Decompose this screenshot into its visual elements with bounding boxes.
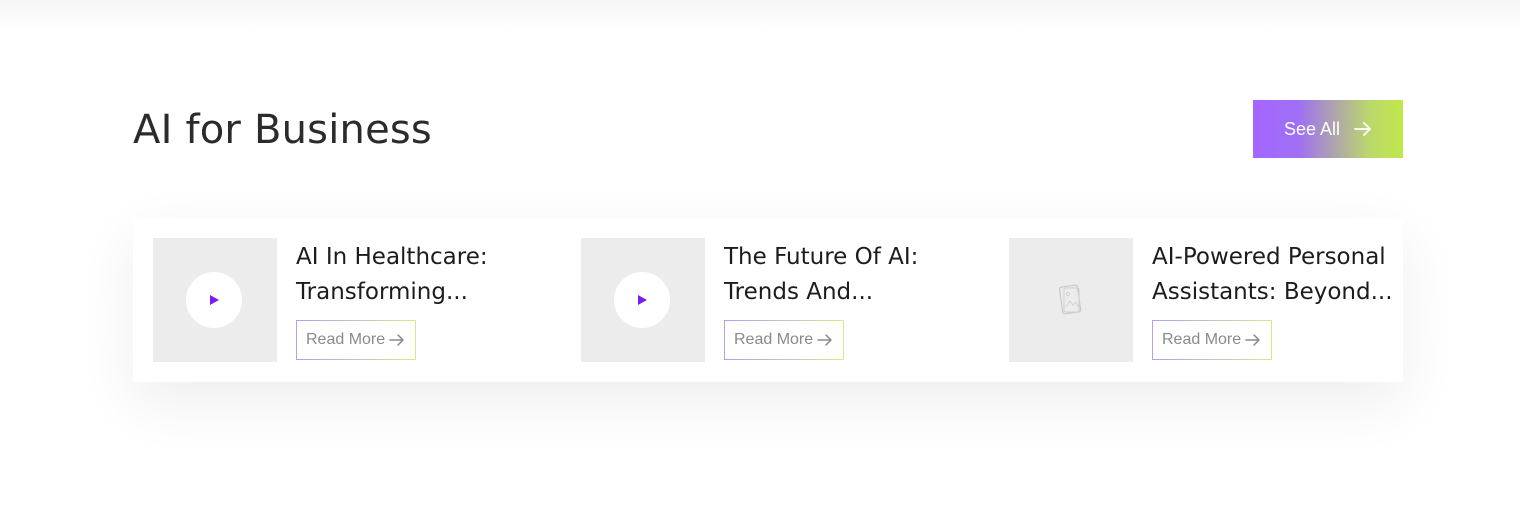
see-all-label: See All <box>1284 118 1341 139</box>
read-more-button[interactable]: Read More <box>296 320 416 360</box>
post-title[interactable]: The Future Of AI: Trends And... <box>724 240 960 310</box>
image-placeholder-icon <box>1058 283 1083 321</box>
post-title[interactable]: AI In Healthcare: Transforming... <box>296 240 532 310</box>
play-button[interactable] <box>614 272 670 328</box>
post-card[interactable]: AI-Powered Personal Assistants: Beyond..… <box>989 218 1402 382</box>
post-thumbnail[interactable] <box>1009 238 1133 362</box>
read-more-label: Read More <box>1162 331 1242 348</box>
post-thumbnail[interactable] <box>153 238 277 362</box>
arrow-right-icon <box>1245 333 1261 347</box>
play-icon <box>208 291 220 310</box>
post-title-line-2: Assistants: Beyond... <box>1152 279 1393 305</box>
read-more-label: Read More <box>734 331 814 348</box>
arrow-right-icon <box>389 333 405 347</box>
section-title: AI for Business <box>133 107 432 153</box>
read-more-button[interactable]: Read More <box>1152 320 1272 360</box>
read-more-label: Read More <box>306 331 386 348</box>
post-title[interactable]: AI-Powered Personal Assistants: Beyond..… <box>1152 240 1393 310</box>
arrow-right-icon <box>817 333 833 347</box>
see-all-button[interactable]: See All <box>1253 100 1403 158</box>
post-title-line-2: Transforming... <box>296 279 468 305</box>
read-more-button[interactable]: Read More <box>724 320 844 360</box>
post-card[interactable]: The Future Of AI: Trends And... Read Mor… <box>561 218 974 382</box>
post-title-line-1: The Future Of AI: <box>724 244 919 270</box>
play-button[interactable] <box>186 272 242 328</box>
post-title-line-1: AI In Healthcare: <box>296 244 488 270</box>
play-icon <box>636 291 648 310</box>
arrow-right-icon <box>1354 121 1372 137</box>
post-card[interactable]: AI In Healthcare: Transforming... Read M… <box>133 218 546 382</box>
post-title-line-1: AI-Powered Personal <box>1152 244 1386 270</box>
post-title-line-2: Trends And... <box>724 279 874 305</box>
post-thumbnail[interactable] <box>581 238 705 362</box>
header-shadow <box>0 0 1520 30</box>
